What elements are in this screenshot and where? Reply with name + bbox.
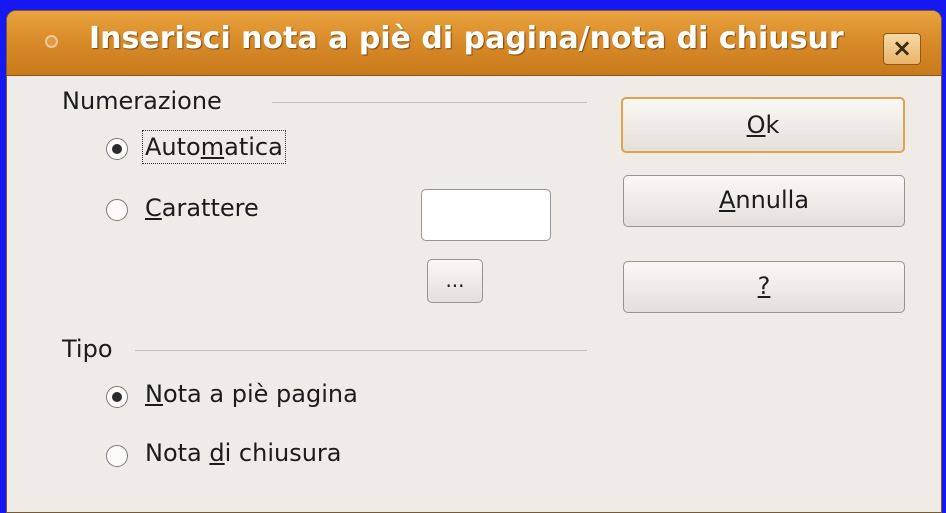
numbering-heading: Numerazione [62,87,222,115]
character-input[interactable] [421,189,551,241]
numbering-separator [272,102,587,103]
radio-automatic[interactable] [106,138,128,160]
footnote-label[interactable]: Nota a piè pagina [145,380,358,408]
type-separator [135,350,587,351]
cancel-button[interactable]: Annulla [623,175,905,227]
window-menu-icon[interactable] [45,35,58,48]
character-label[interactable]: Carattere [145,194,259,222]
footnote-dialog: Inserisci nota a piè di pagina/nota di c… [6,10,942,513]
radio-endnote[interactable] [106,445,128,467]
radio-footnote[interactable] [106,386,128,408]
dialog-title: Inserisci nota a piè di pagina/nota di c… [89,21,844,56]
help-button[interactable]: ? [623,261,905,313]
type-heading: Tipo [62,335,113,363]
title-bar[interactable]: Inserisci nota a piè di pagina/nota di c… [7,11,941,76]
ok-button[interactable]: Ok [621,97,905,153]
special-character-button[interactable]: ... [427,259,483,303]
radio-character[interactable] [106,199,128,221]
close-button[interactable]: × [883,33,921,65]
automatic-label[interactable]: Automatica [142,130,286,164]
endnote-label[interactable]: Nota di chiusura [145,439,342,467]
